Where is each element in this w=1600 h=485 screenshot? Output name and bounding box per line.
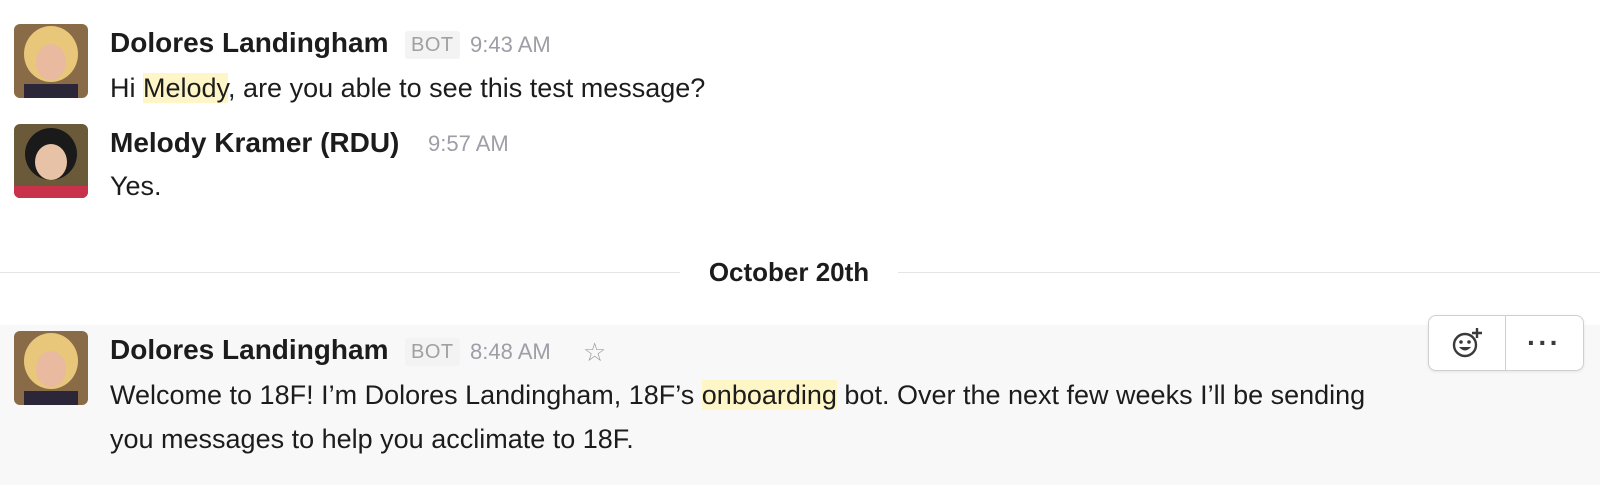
message-text: Hi Melody, are you able to see this test… [110, 66, 705, 110]
message-line-2: you messages to help you acclimate to 18… [110, 424, 634, 454]
message-text: Yes. [110, 171, 162, 201]
sender-name[interactable]: Dolores Landingham [110, 333, 388, 367]
avatar-dolores[interactable] [14, 24, 88, 98]
message-line-1: Welcome to 18F! I’m Dolores Landingham, … [110, 373, 1580, 417]
avatar-melody[interactable] [14, 124, 88, 198]
bot-badge: BOT [405, 338, 460, 366]
text-segment: , are you able to see this test message? [228, 73, 706, 103]
text-segment: Welcome to 18F! I’m Dolores Landingham, … [110, 380, 702, 410]
date-divider-label[interactable]: October 20th [680, 250, 898, 294]
add-reaction-icon [1452, 328, 1482, 358]
star-icon[interactable]: ☆ [583, 338, 606, 366]
message-2: Melody Kramer (RDU) 9:57 AM Yes. [0, 120, 1600, 210]
text-segment: bot. Over the next few weeks I’ll be sen… [836, 380, 1366, 410]
message-text: Welcome to 18F! I’m Dolores Landingham, … [110, 373, 1580, 461]
timestamp[interactable]: 9:57 AM [428, 130, 509, 158]
mention-highlight[interactable]: Melody [143, 73, 229, 103]
more-actions-button[interactable]: ··· [1506, 316, 1582, 370]
timestamp[interactable]: 9:43 AM [470, 31, 551, 59]
add-reaction-button[interactable] [1429, 316, 1506, 370]
timestamp[interactable]: 8:48 AM [470, 338, 551, 366]
sender-name[interactable]: Dolores Landingham [110, 26, 388, 60]
message-1: Dolores Landingham BOT 9:43 AM Hi Melody… [0, 0, 1600, 120]
keyword-highlight: onboarding [701, 380, 837, 410]
more-icon: ··· [1527, 327, 1561, 358]
bot-badge: BOT [405, 31, 460, 59]
avatar-dolores[interactable] [14, 331, 88, 405]
text-segment: Hi [110, 73, 143, 103]
sender-name[interactable]: Melody Kramer (RDU) [110, 126, 399, 160]
message-actions-toolbar: ··· [1428, 315, 1584, 371]
message-3[interactable]: Dolores Landingham BOT 8:48 AM ☆ Welcome… [0, 325, 1600, 485]
